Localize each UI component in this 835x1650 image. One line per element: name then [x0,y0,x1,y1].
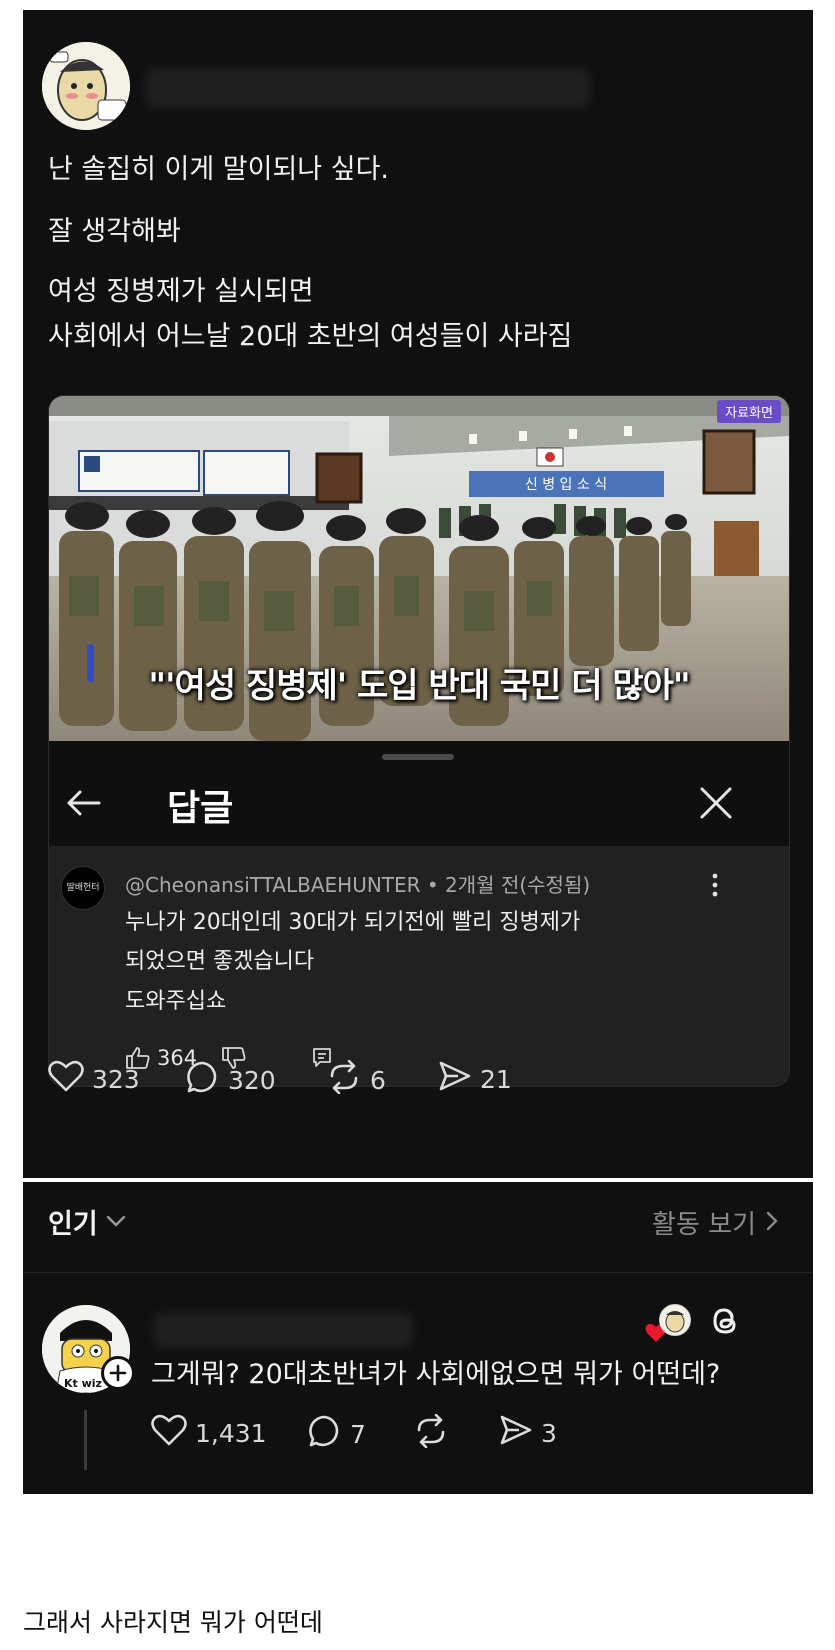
comment-bubble-icon [308,1414,342,1454]
thread-line [84,1410,87,1470]
post-like-button[interactable]: 323 [48,1060,140,1098]
sort-dropdown[interactable]: 인기 [48,1202,126,1241]
repost-icon [413,1413,449,1454]
post-text-line: 잘 생각해봐 [48,216,181,247]
reply-comment-button[interactable]: 7 [308,1414,366,1454]
share-count: 21 [480,1064,512,1094]
like-count: 323 [92,1064,140,1094]
bottom-caption: 그래서 사라지면 뭐가 어떤데 [23,1608,323,1637]
chevron-right-icon [766,1211,778,1235]
post-text-line: 여성 징병제가 실시되면 [48,276,314,307]
post-share-button[interactable]: 21 [438,1060,512,1098]
reply-like-count: 1,431 [195,1418,267,1448]
author-avatar[interactable] [42,42,130,130]
activity-link[interactable]: 활동 보기 [652,1204,778,1241]
post-text-line: 사회에서 어느날 20대 초반의 여성들이 사라짐 [48,321,573,352]
comment-text-line: 누나가 20대인데 30대가 되기전에 빨리 징병제가 [125,910,581,935]
comment-bubble-icon [186,1060,220,1100]
repost-icon [326,1059,362,1100]
drag-handle[interactable] [382,754,454,760]
news-photo: 신 병 입 소 식 자료화면 "'여성 징병제' 도입 반대 국민 더 많아" [49,396,789,741]
reply-share-count: 3 [541,1418,557,1448]
reply-repost-button[interactable] [413,1413,449,1454]
comment-count: 320 [228,1065,276,1095]
post-comment-button[interactable]: 320 [186,1060,276,1100]
reply-text: 그게뭐? 20대초반녀가 사회에없으면 뭐가 어떤데? [151,1359,721,1390]
chevron-down-icon [106,1212,126,1231]
banner-text: 신 병 입 소 식 [525,477,607,493]
send-icon [438,1060,472,1098]
activity-label: 활동 보기 [652,1210,756,1240]
post-media-image[interactable]: 신 병 입 소 식 자료화면 "'여성 징병제' 도입 반대 국민 더 많아" … [48,395,790,1087]
reactor-avatar [659,1304,691,1336]
reply-sheet-title: 답글 [167,788,234,829]
post-card: 난 솔집히 이게 말이되나 싶다. 잘 생각해봐 여성 징병제가 실시되면 사회… [23,10,813,1178]
follow-plus-button[interactable] [101,1356,135,1390]
replies-panel: 인기 활동 보기 Kt wiz 그게뭐? 20대초반녀가 사회에없으면 뭐가 어… [23,1182,813,1494]
reply-comment-count: 7 [350,1419,366,1449]
jersey-text: Kt wiz [64,1377,102,1390]
more-options-icon[interactable] [711,873,719,901]
threads-logo-icon[interactable] [709,1304,741,1342]
reply-like-button[interactable]: 1,431 [151,1414,267,1452]
panel-separator [23,1272,813,1273]
author-name-redacted[interactable] [145,68,590,108]
reply-sheet-header: 답글 [49,741,789,846]
reply-share-button[interactable]: 3 [499,1414,557,1452]
reply-sheet: 답글 딸배헌터 @CheonansiTTALBAEHUNTER • 2개월 전(… [49,741,789,1086]
heart-icon [48,1060,84,1098]
comment-text-line: 도와주십쇼 [125,989,227,1014]
commenter-avatar[interactable]: 딸배헌터 [61,866,105,910]
reply-author-name-redacted[interactable] [153,1312,413,1348]
commenter-avatar-text: 딸배헌터 [66,883,100,893]
commenter-handle[interactable]: @CheonansiTTALBAEHUNTER • 2개월 전(수정됨) [125,869,590,898]
close-icon[interactable] [699,786,733,824]
post-text-line: 난 솔집히 이게 말이되나 싶다. [48,154,389,185]
post-repost-button[interactable]: 6 [326,1059,386,1100]
archive-footage-badge: 자료화면 [717,400,781,423]
news-caption: "'여성 징병제' 도입 반대 국민 더 많아" [148,666,690,706]
send-icon [499,1414,533,1452]
repost-count: 6 [370,1065,386,1095]
sort-label: 인기 [48,1209,98,1240]
comment-text-line: 되었으면 좋겠습니다 [125,949,315,974]
back-arrow-icon[interactable] [65,789,101,821]
heart-icon [151,1414,187,1452]
